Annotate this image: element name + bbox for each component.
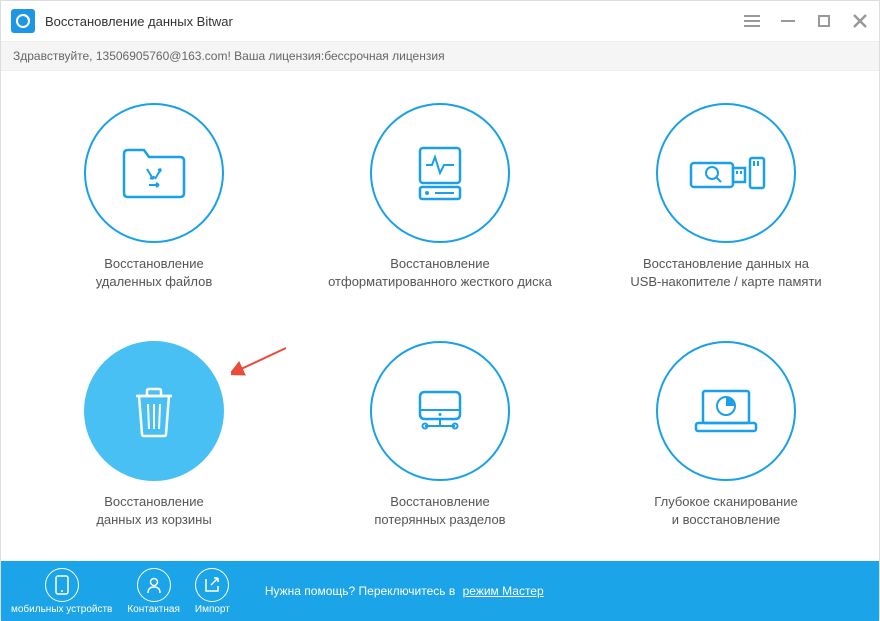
option-lost-partitions[interactable]: Восстановление потерянных разделов [317,341,563,529]
hdd-pulse-icon [370,103,510,243]
footer-label: Контактная [127,604,180,615]
option-label: Восстановление потерянных разделов [374,493,505,529]
option-usb-card[interactable]: Восстановление данных на USB-накопителе … [603,103,849,291]
option-deleted-files[interactable]: Восстановление удаленных файлов [31,103,277,291]
option-deep-scan[interactable]: Глубокое сканирование и восстановление [603,341,849,529]
options-grid: Восстановление удаленных файлов Восстано… [31,103,849,530]
footer-mobile-button[interactable]: мобильных устройств [11,568,112,615]
option-label: Восстановление удаленных файлов [96,255,213,291]
minimize-button[interactable] [779,12,797,30]
option-formatted-disk[interactable]: Восстановление отформатированного жестко… [317,103,563,291]
import-icon [195,568,229,602]
greeting-text: Здравствуйте, 13506905760@163.com! Ваша … [13,49,445,63]
footer-label: Импорт [195,604,230,615]
app-icon [11,9,35,33]
greeting-bar: Здравствуйте, 13506905760@163.com! Ваша … [1,41,879,71]
option-label: Восстановление данных на USB-накопителе … [630,255,821,291]
window-controls [743,12,869,30]
footer-help-link[interactable]: режим Мастер [463,584,544,598]
footer-help-text: Нужна помощь? Переключитесь в [265,584,455,598]
footer-contact-button[interactable]: Контактная [127,568,180,615]
maximize-button[interactable] [815,12,833,30]
footer-label: мобильных устройств [11,604,112,615]
folder-recycle-icon [84,103,224,243]
menu-button[interactable] [743,12,761,30]
trash-icon [84,341,224,481]
app-title: Восстановление данных Bitwar [45,14,743,29]
footer-bar: мобильных устройств Контактная Импорт Ну… [1,561,879,621]
titlebar: Восстановление данных Bitwar [1,1,879,41]
mobile-icon [45,568,79,602]
person-icon [137,568,171,602]
main-area: Восстановление удаленных файлов Восстано… [1,71,879,561]
option-recycle-bin[interactable]: Восстановление данных из корзины [31,341,277,529]
usb-search-icon [656,103,796,243]
option-label: Восстановление отформатированного жестко… [328,255,552,291]
footer-help: Нужна помощь? Переключитесь в режим Маст… [265,584,544,598]
laptop-scan-icon [656,341,796,481]
footer-import-button[interactable]: Импорт [195,568,230,615]
option-label: Восстановление данных из корзины [96,493,211,529]
drive-network-icon [370,341,510,481]
close-button[interactable] [851,12,869,30]
option-label: Глубокое сканирование и восстановление [654,493,797,529]
